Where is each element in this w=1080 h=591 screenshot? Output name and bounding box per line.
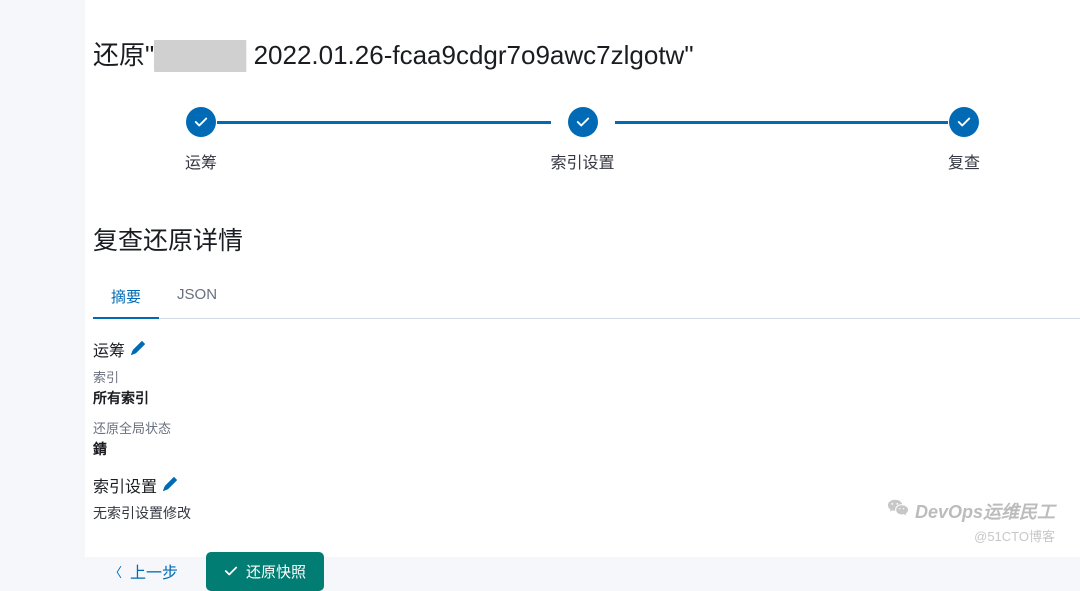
watermark: DevOps运维民工 @51CTO博客 [887,497,1055,545]
tab-summary[interactable]: 摘要 [93,276,159,319]
step-connector [615,121,948,124]
restore-button-label: 还原快照 [246,561,306,582]
global-state-value: 錆 [93,439,1080,459]
watermark-main: DevOps运维民工 [887,497,1055,524]
logistics-block: 运筹 索引 所有索引 还原全局状态 錆 [93,337,1080,459]
index-settings-title: 索引设置 [93,473,157,497]
step-label: 索引设置 [551,149,615,173]
check-icon [568,107,598,137]
logistics-title: 运筹 [93,337,125,361]
restore-snapshot-button[interactable]: 还原快照 [206,552,324,591]
back-button[interactable]: 〈 上一步 [97,551,190,591]
footer-buttons: 〈 上一步 还原快照 [85,537,1080,591]
summary-panel: 运筹 索引 所有索引 还原全局状态 錆 索引设置 无索引设置修改 [85,319,1080,523]
logistics-title-row: 运筹 [93,337,1080,361]
watermark-sub: @51CTO博客 [974,526,1055,545]
section-title: 复查还原详情 [85,193,1080,275]
step-label: 运筹 [185,149,217,173]
index-label: 索引 [93,367,1080,386]
index-settings-title-row: 索引设置 [93,473,1080,497]
watermark-text: DevOps运维民工 [915,498,1055,524]
global-state-label: 还原全局状态 [93,418,1080,437]
pencil-icon[interactable] [131,341,145,358]
index-value: 所有索引 [93,388,1080,408]
step-logistics[interactable]: 运筹 [185,107,217,173]
step-review[interactable]: 复查 [948,107,980,173]
step-index-settings[interactable]: 索引设置 [551,107,615,173]
tab-json[interactable]: JSON [159,276,235,319]
back-button-label: 上一步 [130,559,178,583]
page-title: 还原"█████ 2022.01.26-fcaa9cdgr7o9awc7zlgo… [85,0,1080,97]
chevron-left-icon: 〈 [109,562,122,581]
title-suffix: 2022.01.26-fcaa9cdgr7o9awc7zlgotw" [254,40,694,70]
step-connector [217,121,550,124]
check-icon [224,564,238,578]
check-icon [949,107,979,137]
detail-tabs: 摘要 JSON [93,275,1080,319]
wechat-icon [887,497,909,524]
step-label: 复查 [948,149,980,173]
title-prefix: 还原" [93,40,154,70]
progress-stepper: 运筹 索引设置 复查 [85,97,1080,193]
pencil-icon[interactable] [163,477,177,494]
check-icon [186,107,216,137]
title-masked: █████ [154,40,246,70]
